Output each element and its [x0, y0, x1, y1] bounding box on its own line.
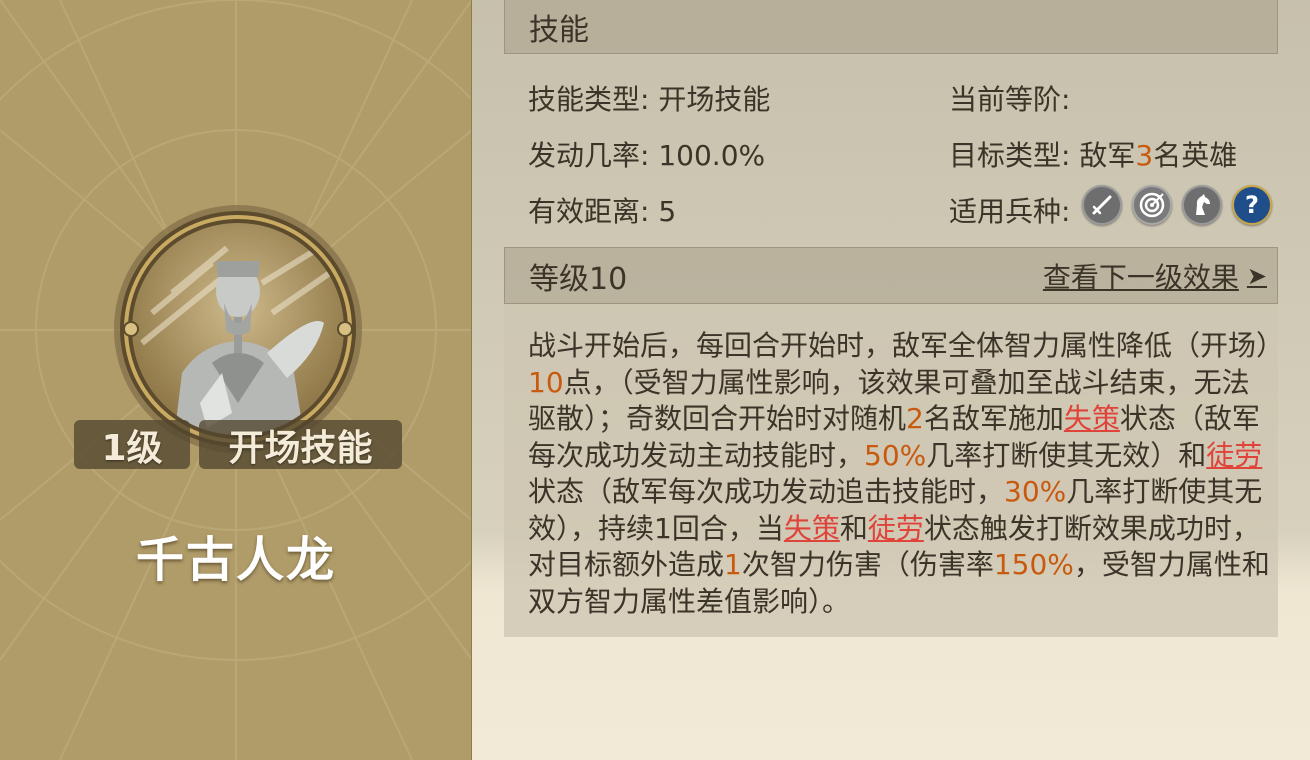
desc-text: 战斗开始后，每回合开始时，敌军全体智力属性降低（开场）: [528, 329, 1285, 362]
target-type-prefix: 敌军: [1079, 139, 1136, 172]
question-mark-icon[interactable]: ?: [1232, 185, 1272, 225]
skill-type-value: 开场技能: [658, 83, 771, 116]
desc-text: 次智力伤害（伤害率: [741, 548, 994, 581]
archery-target-icon[interactable]: [1132, 185, 1172, 225]
current-rank-label: 当前等阶:: [949, 83, 1071, 116]
target-count: 3: [1135, 139, 1154, 172]
desc-text: 和: [839, 511, 868, 545]
status-keyword-link[interactable]: 徒劳: [868, 512, 924, 545]
desc-text: 名敌军施加: [923, 402, 1064, 435]
troop-type-label: 适用兵种:: [949, 195, 1071, 228]
desc-number: 2: [906, 402, 924, 435]
skill-description-box: 战斗开始后，每回合开始时，敌军全体智力属性降低（开场）10点，（受智力属性影响，…: [504, 304, 1284, 637]
next-level-effect-link[interactable]: 查看下一级效果 ➤: [1043, 256, 1277, 296]
desc-number: 50%: [864, 438, 927, 472]
skill-card: 1级 开场技能 千古人龙: [0, 0, 472, 760]
desc-text: 几率打断使其无效）和: [926, 438, 1207, 472]
trigger-rate-label: 发动几率:: [528, 139, 650, 172]
effective-range-row: 有效距离: 5: [528, 190, 676, 230]
skill-section-title: 技能: [529, 12, 589, 48]
effective-range-label: 有效距离:: [528, 195, 650, 228]
status-keyword-link[interactable]: 徒劳: [1206, 439, 1262, 472]
trigger-rate-row: 发动几率: 100.0%: [528, 134, 765, 174]
troop-type-row: 适用兵种:: [949, 190, 1070, 230]
trigger-rate-value: 100.0%: [658, 139, 766, 172]
skill-type-badge: 开场技能: [199, 420, 402, 469]
level-title: 等级10: [529, 261, 628, 297]
next-level-effect-label[interactable]: 查看下一级效果: [1043, 256, 1239, 296]
arrow-right-icon: ➤: [1246, 261, 1267, 290]
desc-number: 1: [724, 548, 742, 581]
desc-text: 状态（敌军每次成功发动追击技能时，: [528, 475, 1005, 508]
skill-type-row: 技能类型: 开场技能: [528, 78, 770, 118]
level-section-header: 等级10 查看下一级效果 ➤: [504, 247, 1278, 304]
desc-number: 150%: [993, 548, 1074, 581]
target-type-label: 目标类型:: [949, 139, 1071, 172]
current-rank-row: 当前等阶:: [949, 78, 1070, 118]
status-keyword-link[interactable]: 失策: [1064, 402, 1120, 435]
skill-type-label: 技能类型:: [528, 83, 650, 116]
desc-number: 30%: [1004, 475, 1067, 508]
target-type-suffix: 名英雄: [1153, 139, 1238, 172]
level-badge: 1级: [74, 420, 190, 469]
target-type-row: 目标类型: 敌军3名英雄: [949, 134, 1237, 174]
skill-name: 千古人龙: [135, 532, 336, 588]
troop-icon-list: ?: [1082, 185, 1272, 225]
effective-range-value: 5: [658, 195, 677, 228]
skill-section-header: 技能: [504, 0, 1278, 54]
status-keyword-link[interactable]: 失策: [784, 512, 840, 545]
skill-detail-panel: 技能 技能类型: 开场技能 当前等阶: 发动几率: 100.0% 目标类型: 敌…: [472, 0, 1310, 760]
desc-number: 10: [528, 365, 564, 399]
hero-portrait: [114, 205, 362, 453]
horse-icon[interactable]: [1182, 185, 1222, 225]
sword-icon[interactable]: [1082, 185, 1122, 225]
skill-description: 战斗开始后，每回合开始时，敌军全体智力属性降低（开场）10点，（受智力属性影响，…: [528, 328, 1284, 620]
